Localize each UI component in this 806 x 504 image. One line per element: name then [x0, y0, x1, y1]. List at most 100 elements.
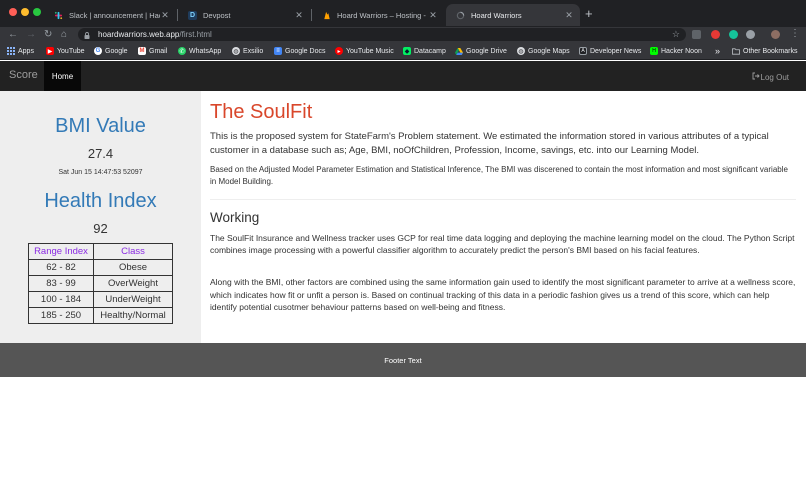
forward-arrow-icon[interactable]: →: [26, 28, 36, 41]
bookmark-youtube[interactable]: ▶ YouTube: [46, 42, 85, 60]
hacker-noon-icon: H: [650, 47, 658, 55]
maximize-window-button[interactable]: [33, 8, 41, 16]
minimize-window-button[interactable]: [21, 8, 29, 16]
new-tab-button[interactable]: +: [585, 7, 593, 20]
column-header: Class: [93, 243, 173, 260]
close-tab-icon[interactable]: ✕: [160, 10, 170, 21]
tab-label: Hoard Warriors – Hosting - Fireb: [337, 10, 428, 20]
globe-icon: ◍: [517, 47, 525, 55]
bookmark-datacamp[interactable]: ◆ Datacamp: [403, 42, 446, 60]
bookmark-label: YouTube Music: [346, 47, 394, 55]
bookmark-developer-news[interactable]: A Developer News: [579, 42, 641, 60]
bookmark-label: Google Docs: [285, 47, 326, 55]
bookmark-whatsapp[interactable]: ✆ WhatsApp: [178, 42, 221, 60]
google-drive-icon: [455, 47, 463, 55]
google-docs-icon: ≡: [274, 47, 282, 55]
whatsapp-icon: ✆: [178, 47, 186, 55]
timestamp: Sat Jun 15 14:47:53 52097: [58, 169, 143, 176]
tab-label: Slack | announcement | HackUl: [69, 10, 160, 20]
logout-icon: [752, 72, 760, 82]
bookmark-google-drive[interactable]: Google Drive: [455, 42, 507, 60]
firebase-icon: [322, 11, 331, 20]
bookmark-label: Developer News: [590, 47, 642, 55]
tab-slack[interactable]: Slack | announcement | HackUl ✕: [44, 4, 176, 26]
bookmark-exsilio[interactable]: ◍ Exsilio: [232, 42, 263, 60]
navbar-brand[interactable]: Score: [9, 69, 38, 81]
tab-label: Hoard Warriors: [471, 10, 522, 20]
back-arrow-icon[interactable]: ←: [8, 28, 18, 41]
bookmark-label: Hacker Noon: [661, 47, 702, 55]
range-cell: 185 - 250: [28, 307, 94, 324]
range-cell: 83 - 99: [28, 275, 94, 292]
score-sidebar: BMI Value 27.4 Sat Jun 15 14:47:53 52097…: [0, 91, 201, 343]
column-header: Range Index: [28, 243, 94, 260]
class-cell: Healthy/Normal: [93, 307, 173, 324]
slack-icon: [54, 11, 63, 20]
address-bar[interactable]: hoardwarriors.web.app/first.html ☆: [78, 28, 686, 41]
bookmark-apps[interactable]: Apps: [7, 42, 34, 60]
bookmarks-overflow-button[interactable]: »: [715, 42, 720, 60]
youtube-icon: ▶: [46, 47, 54, 55]
address-bar-row: ← → ↻ ⌂ hoardwarriors.web.app/first.html…: [0, 27, 806, 42]
bookmark-label: Google: [105, 47, 128, 55]
bookmark-google[interactable]: G Google: [94, 42, 128, 60]
class-cell: UnderWeight: [93, 291, 173, 308]
bookmark-star-icon[interactable]: ☆: [672, 29, 680, 40]
site-navbar: Score Home Log Out: [0, 61, 806, 91]
logout-label: Log Out: [760, 72, 789, 82]
bookmark-label: Gmail: [149, 47, 168, 55]
health-index-title: Health Index: [44, 190, 157, 212]
extension-icon[interactable]: [711, 30, 720, 39]
bookmark-youtube-music[interactable]: ▸ YouTube Music: [335, 42, 394, 60]
bmi-value: 27.4: [87, 146, 114, 161]
table-row: 185 - 250 Healthy/Normal: [28, 307, 173, 324]
extension-icon[interactable]: [746, 30, 755, 39]
devpost-icon: D: [188, 10, 197, 20]
bookmarks-bar: Apps ▶ YouTube G Google M Gmail ✆ WhatsA…: [0, 42, 806, 60]
page-footer: Footer Text: [0, 343, 806, 377]
extension-icon[interactable]: [729, 30, 738, 39]
browser-titlebar: Slack | announcement | HackUl ✕ D Devpos…: [0, 0, 806, 27]
more-menu-icon[interactable]: ⋮: [790, 28, 800, 40]
tab-hoard-warriors[interactable]: Hoard Warriors ✕: [446, 4, 580, 26]
home-icon[interactable]: ⌂: [61, 28, 67, 41]
footer-text: Footer Text: [384, 355, 422, 365]
bookmark-label: Google Maps: [528, 47, 570, 55]
working-heading: Working: [210, 210, 260, 225]
close-tab-icon[interactable]: ✕: [564, 10, 574, 21]
close-window-button[interactable]: [9, 8, 17, 16]
bookmark-label: Datacamp: [414, 47, 446, 55]
bookmark-google-maps[interactable]: ◍ Google Maps: [517, 42, 570, 60]
tab-firebase[interactable]: Hoard Warriors – Hosting - Fireb ✕: [312, 4, 444, 26]
bookmark-gmail[interactable]: M Gmail: [138, 42, 167, 60]
bookmark-label: WhatsApp: [189, 47, 222, 55]
tab-devpost[interactable]: D Devpost ✕: [178, 4, 310, 26]
close-tab-icon[interactable]: ✕: [428, 10, 438, 21]
other-bookmarks-folder[interactable]: Other Bookmarks: [732, 42, 797, 60]
reload-icon[interactable]: ↻: [44, 28, 52, 41]
logout-link[interactable]: Log Out: [752, 72, 789, 82]
overflow-chevron-icon: »: [715, 46, 721, 56]
range-index-table: Range Index Class 62 - 82 Obese 83 - 99 …: [28, 243, 173, 324]
bookmark-label: Apps: [18, 47, 34, 55]
bookmark-label: Other Bookmarks: [743, 47, 798, 55]
bookmark-google-docs[interactable]: ≡ Google Docs: [274, 42, 325, 60]
lock-icon: [84, 31, 90, 39]
intro-paragraph: This is the proposed system for StateFar…: [210, 131, 769, 156]
class-cell: Obese: [93, 259, 173, 276]
developer-news-icon: A: [579, 47, 587, 55]
url-path: /first.html: [179, 30, 212, 39]
url-host: hoardwarriors.web.app: [98, 30, 180, 39]
bookmark-label: Exsilio: [243, 47, 264, 55]
avatar[interactable]: [771, 30, 780, 39]
working-detail-paragraph: Along with the BMI, other factors are co…: [210, 277, 796, 312]
tab-label: Devpost: [203, 10, 231, 20]
bookmark-label: Google Drive: [466, 47, 507, 55]
youtube-music-icon: ▸: [335, 47, 343, 55]
table-row: 100 - 184 UnderWeight: [28, 291, 173, 308]
table-row: 62 - 82 Obese: [28, 259, 173, 276]
close-tab-icon[interactable]: ✕: [294, 10, 304, 21]
nav-home-link[interactable]: Home: [44, 61, 81, 91]
bookmark-hacker-noon[interactable]: H Hacker Noon: [650, 42, 702, 60]
extension-icon[interactable]: [692, 30, 701, 39]
